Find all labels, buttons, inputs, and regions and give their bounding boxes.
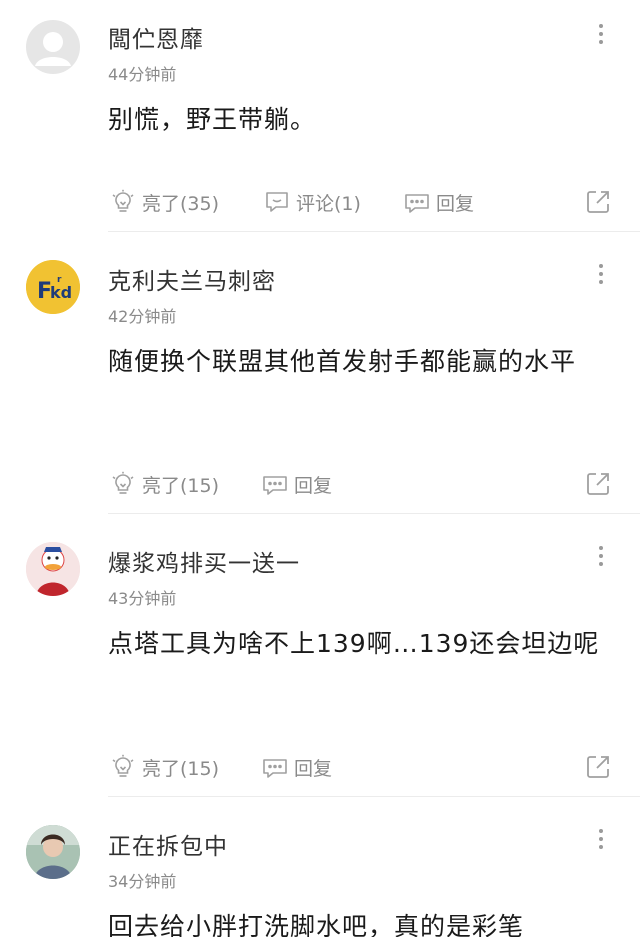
comment-button[interactable]: 评论(1) [264,187,361,217]
reply-label: 回复 [436,192,475,215]
comment-count-label: 评论(1) [296,192,361,215]
username[interactable]: 爆浆鸡排买一送一 [108,544,300,578]
reply-button[interactable]: 回复 [404,187,474,217]
avatar[interactable] [26,20,80,74]
svg-text:r: r [57,275,62,285]
svg-text:kd: kd [50,283,72,302]
person-photo-icon [26,825,80,879]
reply-button[interactable]: 回复 [262,752,332,782]
comment-text: 随便换个联盟其他首发射手都能赢的水平 [108,347,577,376]
lightbulb-icon [112,471,134,494]
timestamp: 44分钟前 [108,65,177,84]
reply-button[interactable]: 回复 [262,469,332,499]
more-options-icon[interactable] [589,827,613,851]
like-count-label: 亮了(35) [142,192,220,215]
comment-text: 回去给小胖打洗脚水吧，真的是彩笔 [108,912,525,937]
comment-item: 闆伫恩靡 44分钟前 别慌，野王带躺。 亮了(35) 评论(1) 回复 [0,0,640,232]
lightbulb-icon [112,754,134,777]
comment-item: 爆浆鸡排买一送一 43分钟前 点塔工具为啥不上139啊…139还会坦边呢 亮了(… [0,514,640,797]
like-count-label: 亮了(15) [142,757,220,780]
default-avatar-icon [35,32,71,66]
avatar[interactable] [26,542,80,596]
share-icon[interactable] [584,753,612,781]
fkd-logo-icon: F kd r [26,260,80,314]
comment-item: F kd r 克利夫兰马刺密 42分钟前 随便换个联盟其他首发射手都能赢的水平 … [0,232,640,514]
avatar[interactable]: F kd r [26,260,80,314]
username[interactable]: 正在拆包中 [108,827,228,861]
username[interactable]: 克利夫兰马刺密 [108,262,276,296]
reply-bubble-icon [405,194,429,213]
username[interactable]: 闆伫恩靡 [108,20,204,54]
comment-item: 正在拆包中 34分钟前 回去给小胖打洗脚水吧，真的是彩笔 [0,797,640,937]
like-count-label: 亮了(15) [142,474,220,497]
lightbulb-icon [112,189,134,212]
like-button[interactable]: 亮了(35) [110,187,219,217]
like-button[interactable]: 亮了(15) [110,469,219,499]
timestamp: 42分钟前 [108,307,177,326]
share-icon[interactable] [584,470,612,498]
timestamp: 34分钟前 [108,872,177,891]
more-options-icon[interactable] [589,544,613,568]
reply-label: 回复 [294,757,333,780]
reply-bubble-icon [263,476,287,495]
timestamp: 43分钟前 [108,589,177,608]
share-icon[interactable] [584,188,612,216]
comment-bubble-icon [266,192,288,212]
avatar[interactable] [26,825,80,879]
reply-label: 回复 [294,474,333,497]
more-options-icon[interactable] [589,22,613,46]
like-button[interactable]: 亮了(15) [110,752,219,782]
more-options-icon[interactable] [589,262,613,286]
cartoon-duck-icon [26,542,80,596]
reply-bubble-icon [263,759,287,778]
comment-text: 点塔工具为啥不上139啊…139还会坦边呢 [108,629,600,658]
comment-text: 别慌，野王带躺。 [108,105,317,134]
